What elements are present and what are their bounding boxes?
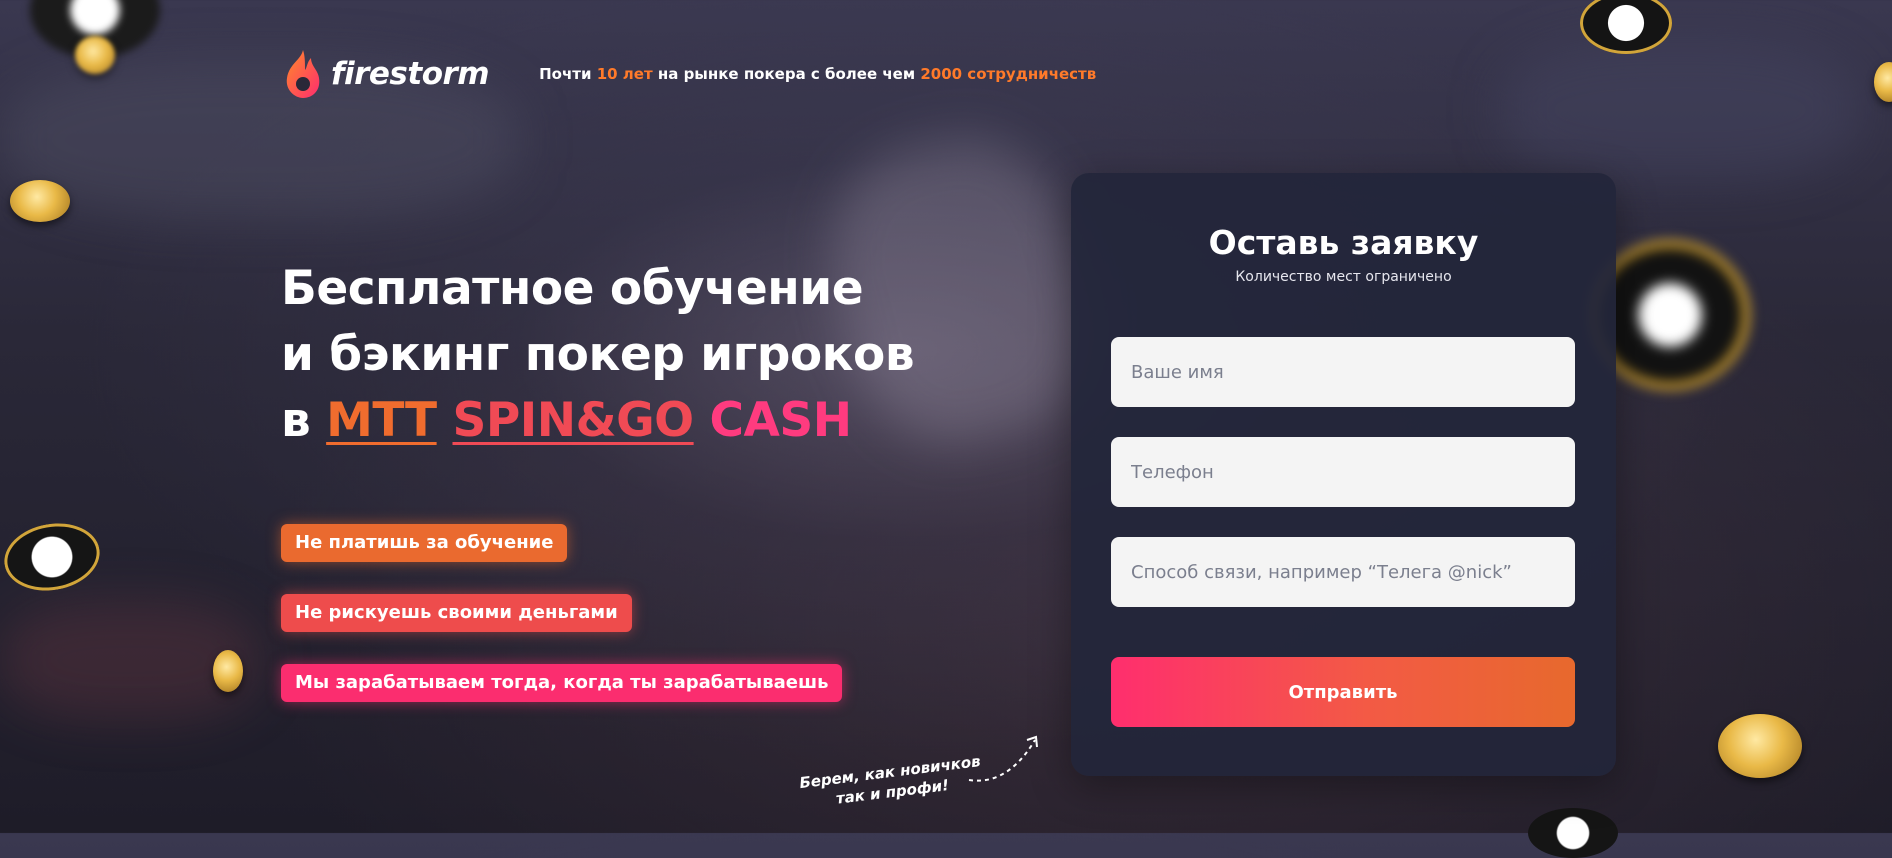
application-form: Оставь заявку Количество мест ограничено… xyxy=(1071,173,1616,776)
benefit-pill: Не платишь за обучение xyxy=(281,524,568,562)
benefit-pill: Мы зарабатываем тогда, когда ты зарабаты… xyxy=(281,664,843,702)
name-input[interactable] xyxy=(1111,337,1575,407)
gold-coin-icon xyxy=(75,36,115,74)
hero-line-3: в MTT SPIN&GO CASH xyxy=(281,393,853,448)
tag-spin-go: SPIN&GO xyxy=(452,393,694,448)
submit-button[interactable]: Отправить xyxy=(1111,657,1575,727)
gold-coin-icon xyxy=(1718,714,1802,778)
hero-heading: Бесплатное обучение и бэкинг покер игрок… xyxy=(281,256,915,454)
gold-coin-icon xyxy=(10,180,70,222)
background-blur xyxy=(1500,40,1860,180)
poker-chip-icon xyxy=(0,516,106,598)
form-title: Оставь заявку xyxy=(1208,223,1479,262)
tag-mtt: MTT xyxy=(326,393,437,448)
gold-coin-icon xyxy=(213,650,243,692)
benefit-pill: Не рискуешь своими деньгами xyxy=(281,594,632,632)
tag-cash: CASH xyxy=(709,393,853,448)
hero-line-1: Бесплатное обучение xyxy=(281,261,864,316)
contact-method-input[interactable] xyxy=(1111,537,1575,607)
header: firestorm Почти 10 лет на рынке покера с… xyxy=(281,48,1096,100)
gold-coin-icon xyxy=(1874,62,1892,102)
flame-icon xyxy=(286,50,320,98)
curved-arrow-icon xyxy=(968,735,1038,782)
years-highlight: 10 лет xyxy=(596,65,653,83)
note-text: Берем, как новичков так и профи! xyxy=(798,752,982,808)
hero-line-2: и бэкинг покер игроков xyxy=(281,327,915,382)
tagline: Почти 10 лет на рынке покера с более чем… xyxy=(539,65,1097,83)
count-highlight: 2000 сотрудничеств xyxy=(920,65,1097,83)
brand-name: firestorm xyxy=(331,56,490,92)
form-subtitle: Количество мест ограничено xyxy=(1235,269,1452,285)
logo[interactable]: firestorm xyxy=(281,48,490,100)
phone-input[interactable] xyxy=(1111,437,1575,507)
poker-chip-icon xyxy=(1528,808,1618,858)
